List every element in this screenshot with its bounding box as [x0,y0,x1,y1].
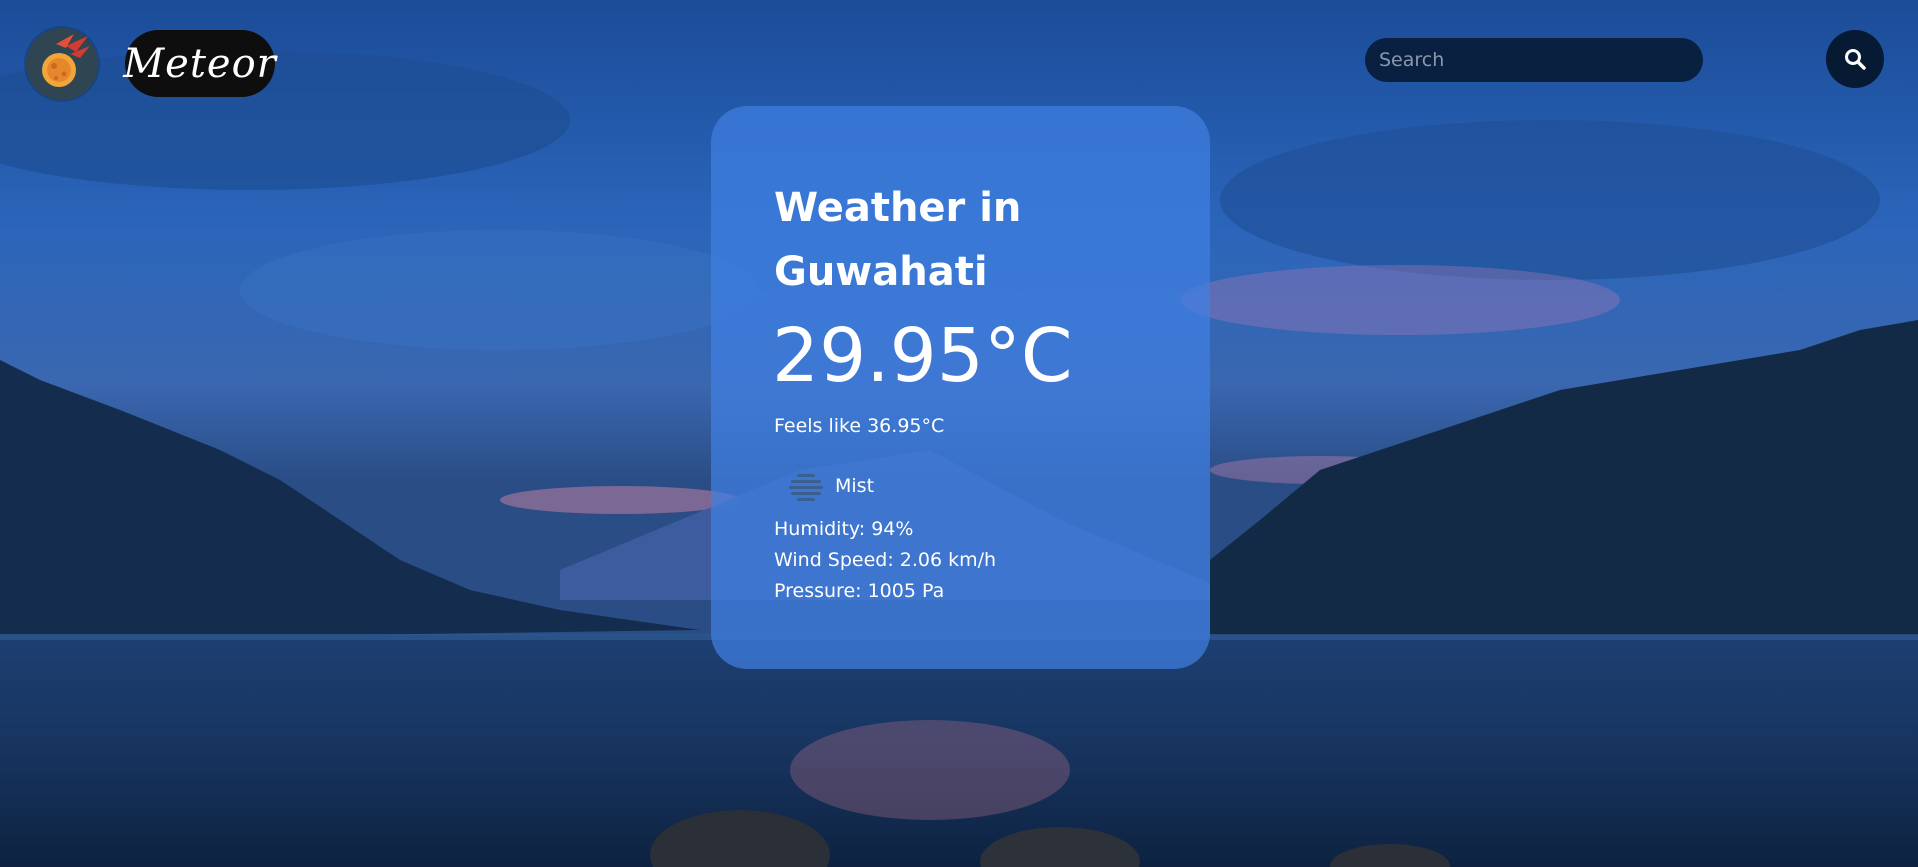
logo[interactable] [26,28,98,100]
search-button[interactable] [1826,30,1884,88]
brand-name[interactable]: Meteor [123,30,276,97]
search-input[interactable] [1365,38,1703,82]
city-title: Weather in Guwahati [774,185,1022,295]
weather-condition: Mist [835,475,875,497]
temperature: 29.95°C [772,313,1073,399]
humidity: Humidity: 94% [774,518,914,540]
weather-card: Weather in Guwahati 29.95°C Feels like 3… [711,106,1210,669]
meteor-icon [42,34,90,87]
feels-like: Feels like 36.95°C [774,415,945,437]
wind-speed: Wind Speed: 2.06 km/h [774,549,997,571]
search-icon [1845,49,1866,70]
weather-app: Meteor Weather in Guwahati 29.95°C Feels… [0,0,1918,867]
mist-icon [789,474,823,501]
pressure: Pressure: 1005 Pa [774,580,945,602]
